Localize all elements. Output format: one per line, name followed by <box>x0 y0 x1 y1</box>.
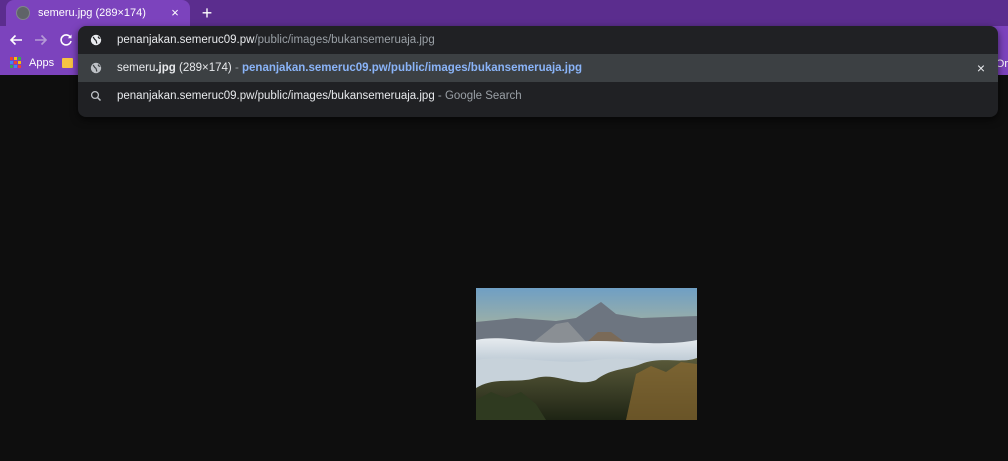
apps-grid-dot <box>10 65 13 68</box>
tab-title: semeru.jpg (289×174) <box>38 7 146 19</box>
search-query: penanjakan.semeruc09.pw/public/images/bu… <box>117 90 435 102</box>
address-bar-input[interactable]: penanjakan.semeruc09.pw/public/images/bu… <box>78 26 998 54</box>
tab-close-button[interactable]: × <box>168 6 182 20</box>
suggestion-history[interactable]: semeru.jpg (289×174) - penanjakan.semeru… <box>78 54 998 82</box>
back-button[interactable] <box>6 30 26 50</box>
apps-grid-dot <box>14 65 17 68</box>
reload-button[interactable] <box>56 30 76 50</box>
new-tab-button[interactable]: + <box>198 4 216 22</box>
apps-shortcut[interactable]: Apps <box>10 57 54 69</box>
apps-grid-dot <box>10 61 13 64</box>
apps-grid-dot <box>14 57 17 60</box>
suggestion-dimensions: (289×174) <box>175 62 232 74</box>
search-icon <box>90 90 102 102</box>
search-provider: - Google Search <box>434 90 522 102</box>
arrow-right-icon <box>35 34 48 46</box>
suggestion-search[interactable]: penanjakan.semeruc09.pw/public/images/bu… <box>78 82 998 110</box>
apps-grid-dot <box>10 57 13 60</box>
globe-icon <box>90 62 102 74</box>
apps-grid-dot <box>18 57 21 60</box>
address-host: penanjakan.semeruc09.pw <box>117 34 255 46</box>
suggestion-url: penanjakan.semeruc09.pw/public/images/bu… <box>242 62 583 74</box>
omnibox-dropdown: penanjakan.semeruc09.pw/public/images/bu… <box>78 26 998 117</box>
suggestion-name-match: .jpg <box>155 62 176 74</box>
apps-grid-dot <box>18 65 21 68</box>
suggestion-name: semeru <box>117 62 156 74</box>
remove-suggestion-button[interactable]: × <box>974 61 988 75</box>
displayed-image[interactable] <box>476 288 697 420</box>
address-path: /public/images/bukansemeruaja.jpg <box>254 34 435 46</box>
tab-active[interactable]: semeru.jpg (289×174) × <box>6 0 190 26</box>
favicon-icon <box>16 6 30 20</box>
arrow-left-icon <box>9 34 22 46</box>
apps-label: Apps <box>29 57 55 69</box>
bookmark-folder-icon[interactable] <box>62 58 73 68</box>
reload-icon <box>60 34 72 46</box>
apps-grid-dot <box>14 61 17 64</box>
apps-grid-dot <box>18 61 21 64</box>
globe-icon <box>90 34 102 46</box>
suggestion-separator: - <box>231 62 242 74</box>
tab-strip: semeru.jpg (289×174) × + <box>0 0 1008 26</box>
forward-button[interactable] <box>31 30 51 50</box>
apps-grid-icon <box>10 57 22 69</box>
